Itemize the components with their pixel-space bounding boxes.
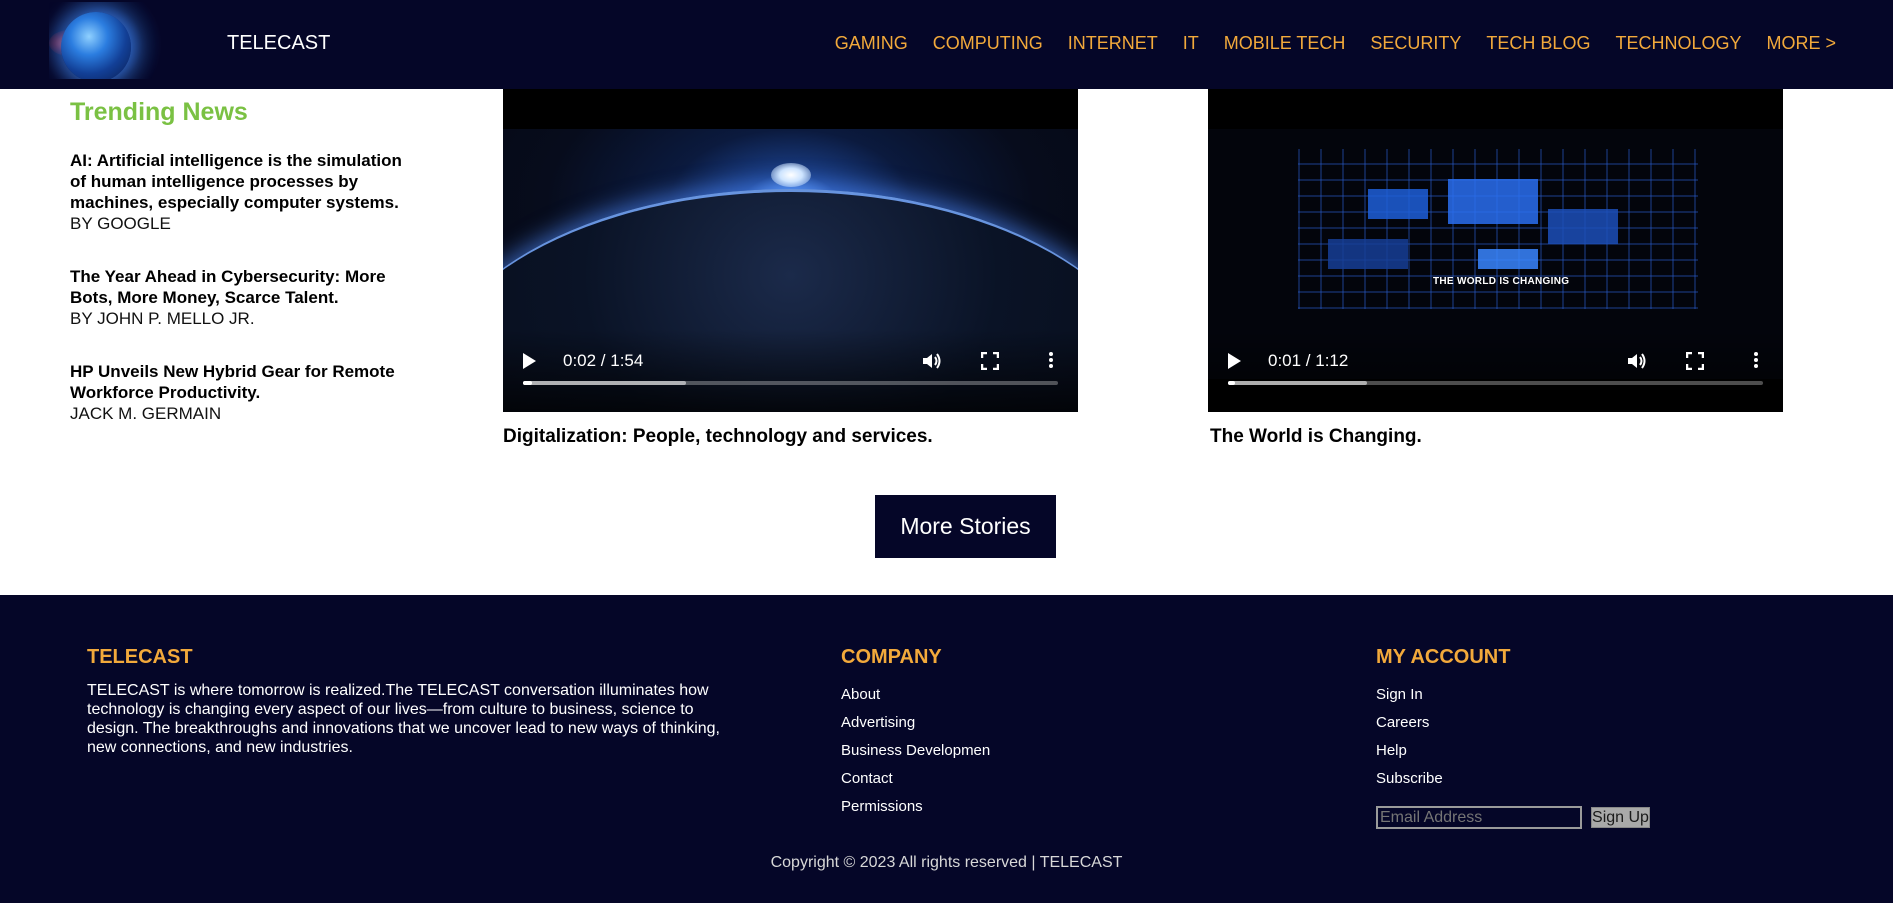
footer-link-help[interactable]: Help [1376, 742, 1443, 759]
play-icon[interactable] [1228, 353, 1241, 369]
globe-icon [61, 12, 131, 79]
video-controls: 0:02 / 1:54 [503, 329, 1078, 412]
fullscreen-icon[interactable] [981, 352, 999, 370]
circuit-block [1478, 249, 1538, 269]
brand-name[interactable]: TELECAST [227, 32, 330, 55]
nav-item-it[interactable]: IT [1183, 33, 1199, 54]
buffered-bar [523, 381, 687, 385]
video-progress-bar[interactable] [1228, 381, 1763, 385]
footer-link-sign-in[interactable]: Sign In [1376, 686, 1443, 703]
news-headline[interactable]: HP Unveils New Hybrid Gear for Remote Wo… [70, 361, 420, 403]
copyright-text: Copyright © 2023 All rights reserved | T… [770, 854, 1123, 871]
play-icon[interactable] [523, 353, 536, 369]
circuit-block [1548, 209, 1618, 244]
played-bar [1228, 381, 1236, 385]
video-time: 0:01 / 1:12 [1268, 351, 1349, 370]
fullscreen-icon[interactable] [1686, 352, 1704, 370]
footer-link-permissions[interactable]: Permissions [841, 798, 990, 815]
footer-link-business-development[interactable]: Business Developmen [841, 742, 990, 759]
globe-logo[interactable] [49, 2, 169, 79]
news-item[interactable]: AI: Artificial intelligence is the simul… [70, 150, 420, 234]
nav-item-security[interactable]: SECURITY [1370, 33, 1461, 54]
news-byline: BY GOOGLE [70, 214, 171, 233]
video-player-digitalization[interactable]: 0:02 / 1:54 [503, 89, 1078, 412]
nav-item-more[interactable]: MORE > [1766, 33, 1836, 54]
footer-link-contact[interactable]: Contact [841, 770, 990, 787]
video-controls: 0:01 / 1:12 [1208, 329, 1783, 412]
news-item[interactable]: The Year Ahead in Cybersecurity: More Bo… [70, 266, 420, 329]
sign-up-button[interactable]: Sign Up [1591, 807, 1650, 828]
more-stories-button[interactable]: More Stories [875, 495, 1056, 558]
more-options-icon[interactable] [1753, 350, 1759, 372]
volume-icon[interactable] [1626, 351, 1648, 371]
trending-title: Trending News [70, 98, 248, 126]
company-links: About Advertising Business Developmen Co… [841, 686, 990, 826]
sunrise-glow [771, 163, 811, 187]
circuit-block [1368, 189, 1428, 219]
site-header: TELECAST GAMING COMPUTING INTERNET IT MO… [0, 0, 1893, 89]
video-time: 0:02 / 1:54 [563, 351, 644, 370]
news-headline[interactable]: AI: Artificial intelligence is the simul… [70, 150, 420, 213]
footer-link-about[interactable]: About [841, 686, 990, 703]
nav-item-computing[interactable]: COMPUTING [933, 33, 1043, 54]
news-headline[interactable]: The Year Ahead in Cybersecurity: More Bo… [70, 266, 420, 308]
video-title[interactable]: Digitalization: People, technology and s… [503, 426, 933, 448]
nav-item-internet[interactable]: INTERNET [1068, 33, 1158, 54]
circuit-block [1448, 179, 1538, 224]
my-account-heading: MY ACCOUNT [1376, 646, 1511, 668]
account-links: Sign In Careers Help Subscribe [1376, 686, 1443, 798]
email-field[interactable] [1376, 806, 1582, 829]
more-options-icon[interactable] [1048, 350, 1054, 372]
nav-item-technology[interactable]: TECHNOLOGY [1615, 33, 1741, 54]
video-progress-bar[interactable] [523, 381, 1058, 385]
nav-item-gaming[interactable]: GAMING [835, 33, 908, 54]
news-byline: BY JOHN P. MELLO JR. [70, 309, 255, 328]
buffered-bar [1228, 381, 1368, 385]
nav-item-mobile-tech[interactable]: MOBILE TECH [1224, 33, 1346, 54]
video-caption: THE WORLD IS CHANGING [1433, 276, 1570, 287]
footer-link-careers[interactable]: Careers [1376, 714, 1443, 731]
news-byline: JACK M. GERMAIN [70, 404, 222, 423]
company-heading: COMPANY [841, 646, 942, 668]
volume-icon[interactable] [921, 351, 943, 371]
site-footer: TELECAST TELECAST is where tomorrow is r… [0, 595, 1893, 903]
nav-item-tech-blog[interactable]: TECH BLOG [1486, 33, 1590, 54]
footer-link-advertising[interactable]: Advertising [841, 714, 990, 731]
played-bar [523, 381, 533, 385]
video-player-world-changing[interactable]: THE WORLD IS CHANGING 0:01 / 1:12 [1208, 89, 1783, 412]
news-item[interactable]: HP Unveils New Hybrid Gear for Remote Wo… [70, 361, 420, 424]
footer-brand-heading: TELECAST [87, 646, 193, 668]
video-title[interactable]: The World is Changing. [1210, 426, 1422, 448]
circuit-block [1328, 239, 1408, 269]
footer-about-text: TELECAST is where tomorrow is realized.T… [87, 682, 720, 756]
footer-link-subscribe[interactable]: Subscribe [1376, 770, 1443, 787]
main-nav: GAMING COMPUTING INTERNET IT MOBILE TECH… [810, 33, 1836, 54]
